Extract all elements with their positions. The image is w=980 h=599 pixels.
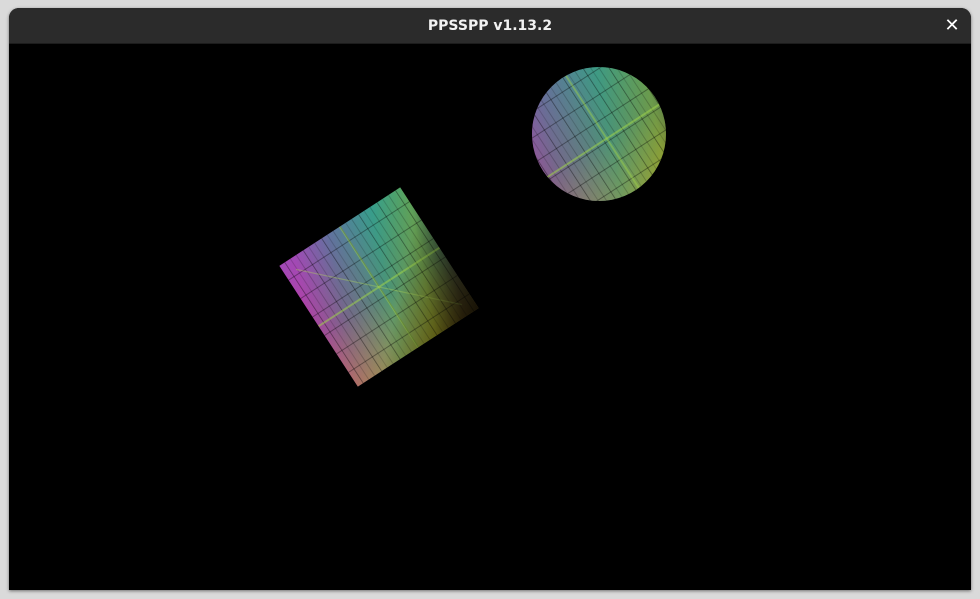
render-canvas [279, 67, 666, 387]
app-window: PPSSPP v1.13.2 ✕ [9, 8, 971, 590]
close-icon[interactable]: ✕ [942, 16, 962, 36]
game-viewport[interactable] [9, 44, 971, 590]
rotated-textured-square [279, 187, 479, 387]
textured-circle [532, 67, 666, 201]
window-title: PPSSPP v1.13.2 [427, 18, 553, 34]
title-bar[interactable]: PPSSPP v1.13.2 ✕ [9, 8, 971, 44]
